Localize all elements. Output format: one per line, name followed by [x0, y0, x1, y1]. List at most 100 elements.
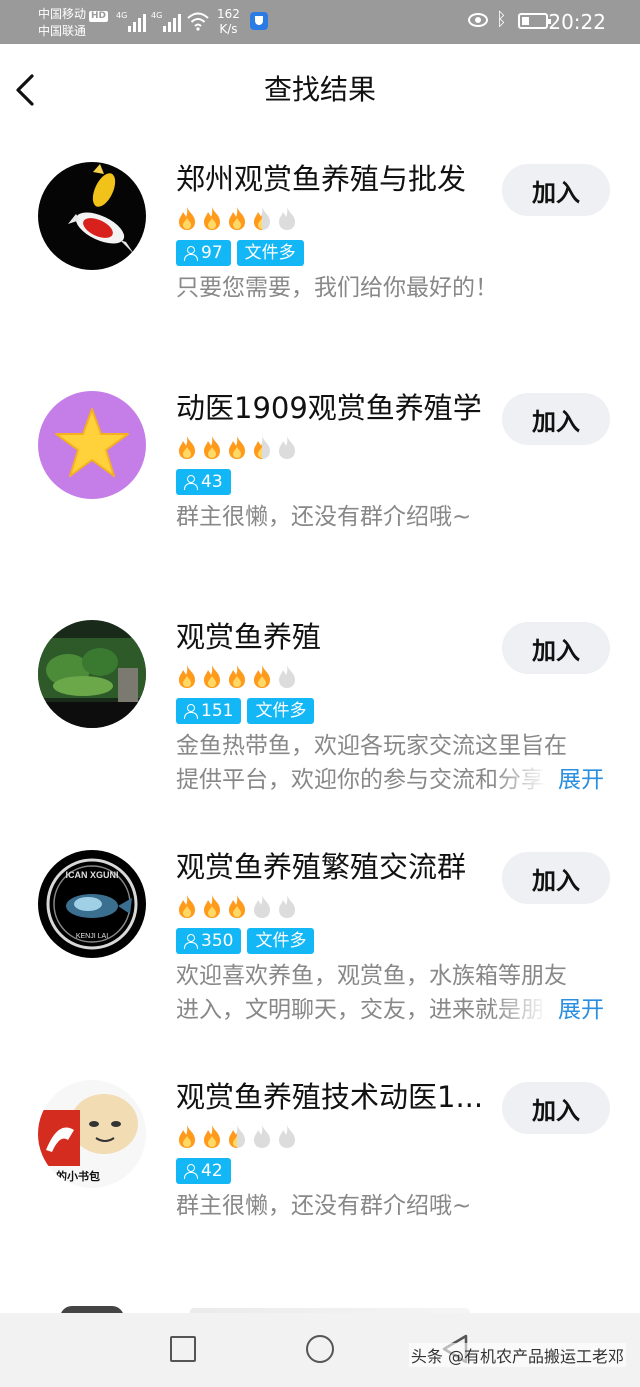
- aquarium-avatar-image: [38, 620, 146, 728]
- flame-icon: [204, 895, 220, 918]
- activity-flames: [176, 1123, 298, 1149]
- speed-unit: K/s: [219, 22, 238, 36]
- group-tags: 350 文件多: [176, 928, 315, 954]
- clock-time: 20:22: [548, 10, 606, 34]
- flame-icon: [179, 1125, 195, 1148]
- group-tags: 97 文件多: [176, 240, 304, 266]
- header: 查找结果: [0, 44, 640, 136]
- flame-icon: [204, 207, 220, 230]
- description-line: 金鱼热带鱼，欢迎各玩家交流这里旨在: [176, 733, 567, 759]
- group-avatar[interactable]: 的小书包: [38, 1080, 146, 1188]
- carrier-2: 中国联通: [38, 24, 87, 38]
- description-line: 欢迎喜欢养鱼，观赏鱼，水族箱等朋友: [176, 963, 567, 989]
- eye-icon: [468, 13, 488, 27]
- flame-icon: [179, 207, 195, 230]
- flame-icon: [204, 1125, 220, 1148]
- person-icon: [184, 475, 198, 490]
- group-name: 观赏鱼养殖繁殖交流群: [176, 850, 467, 884]
- flame-icon: [279, 665, 295, 688]
- group-description: 只要您需要，我们给你最好的！: [176, 271, 606, 305]
- group-description: 金鱼热带鱼，欢迎各玩家交流这里旨在 提供平台，欢迎你的参与交流和分享 展开: [176, 729, 606, 797]
- flame-icon: [279, 895, 295, 918]
- flame-icon: [229, 207, 245, 230]
- description-line: 群主很懒，还没有群介绍哦~: [176, 1193, 472, 1219]
- group-name: 观赏鱼养殖: [176, 620, 322, 654]
- home-button[interactable]: [306, 1335, 334, 1363]
- person-icon: [184, 934, 198, 949]
- flame-icon: [179, 895, 195, 918]
- flame-icon: [254, 665, 270, 688]
- flame-icon: [204, 436, 220, 459]
- speed-value: 162: [217, 7, 240, 21]
- join-button[interactable]: 加入: [502, 1082, 610, 1134]
- member-count: 350: [201, 931, 234, 951]
- star-avatar-image: [38, 391, 146, 499]
- flame-icon: [254, 895, 270, 918]
- carrier-info: 中国移动 HD 中国联通: [38, 6, 109, 40]
- join-button[interactable]: 加入: [502, 393, 610, 445]
- join-button[interactable]: 加入: [502, 852, 610, 904]
- flame-icon: [279, 1125, 295, 1148]
- watermark-text: 头条 @有机农产品搬运工老邓: [408, 1343, 626, 1367]
- bluetooth-icon: ᛒ: [496, 9, 507, 30]
- member-count-badge: 151: [176, 698, 242, 724]
- avatar-logo-text-bottom: KENJI LAI: [76, 933, 108, 940]
- arowana-logo-avatar-image: ICAN XGUNI KENJI LAI: [38, 850, 146, 958]
- member-count: 42: [201, 1161, 223, 1181]
- network-speed: 162 K/s: [217, 7, 240, 37]
- group-avatar[interactable]: [38, 391, 146, 499]
- shield-icon: [250, 12, 268, 30]
- status-bar: 中国移动 HD 中国联通 4G 4G 162 K/s ᛒ 20:22: [0, 0, 640, 44]
- member-count-badge: 42: [176, 1158, 231, 1184]
- flame-icon: [179, 436, 195, 459]
- group-description: 欢迎喜欢养鱼，观赏鱼，水族箱等朋友 进入，文明聊天，交友，进来就是朋友 展开: [176, 959, 606, 1027]
- group-name: 观赏鱼养殖技术动医1...: [176, 1080, 484, 1114]
- description-line: 进入，文明聊天，交友，进来就是朋友: [176, 997, 548, 1023]
- member-count: 43: [201, 472, 223, 492]
- person-icon: [184, 246, 198, 261]
- network-type-2: 4G: [151, 11, 163, 20]
- activity-flames: [176, 893, 298, 919]
- wifi-icon: [187, 12, 209, 31]
- flame-icon: [229, 895, 245, 918]
- flame-icon: [229, 665, 245, 688]
- group-avatar[interactable]: [38, 620, 146, 728]
- flame-icon: [204, 665, 220, 688]
- group-tags: 43: [176, 469, 231, 495]
- flame-icon: [179, 665, 195, 688]
- member-count: 97: [201, 243, 223, 263]
- flame-icon: [254, 436, 270, 459]
- carrier-1: 中国移动: [38, 7, 87, 21]
- member-count-badge: 43: [176, 469, 231, 495]
- join-button[interactable]: 加入: [502, 164, 610, 216]
- signal-icon-1: [128, 10, 146, 32]
- description-line: 群主很懒，还没有群介绍哦~: [176, 504, 472, 530]
- flame-icon: [279, 207, 295, 230]
- activity-flames: [176, 663, 298, 689]
- avatar-caption: 的小书包: [56, 1169, 100, 1183]
- group-avatar[interactable]: [38, 162, 146, 270]
- network-type-1: 4G: [116, 11, 128, 20]
- flame-icon: [229, 1125, 245, 1148]
- recent-apps-button[interactable]: [170, 1336, 196, 1362]
- group-description: 群主很懒，还没有群介绍哦~: [176, 500, 606, 534]
- activity-flames: [176, 434, 298, 460]
- flame-icon: [254, 207, 270, 230]
- group-description: 群主很懒，还没有群介绍哦~: [176, 1189, 606, 1223]
- flame-icon: [279, 436, 295, 459]
- group-name: 郑州观赏鱼养殖与批发: [176, 162, 467, 196]
- group-name: 动医1909观赏鱼养殖学: [176, 391, 482, 425]
- expand-link[interactable]: 展开: [558, 763, 604, 797]
- koi-fish-avatar-image: [38, 162, 146, 270]
- expand-link[interactable]: 展开: [558, 993, 604, 1027]
- avatar-logo-text-top: ICAN XGUNI: [65, 870, 118, 880]
- join-button[interactable]: 加入: [502, 622, 610, 674]
- hd-badge: HD: [89, 11, 109, 22]
- flame-icon: [254, 1125, 270, 1148]
- flame-icon: [229, 436, 245, 459]
- member-count-badge: 97: [176, 240, 231, 266]
- person-icon: [184, 1164, 198, 1179]
- group-avatar[interactable]: ICAN XGUNI KENJI LAI: [38, 850, 146, 958]
- member-count: 151: [201, 701, 234, 721]
- files-tag: 文件多: [247, 928, 315, 954]
